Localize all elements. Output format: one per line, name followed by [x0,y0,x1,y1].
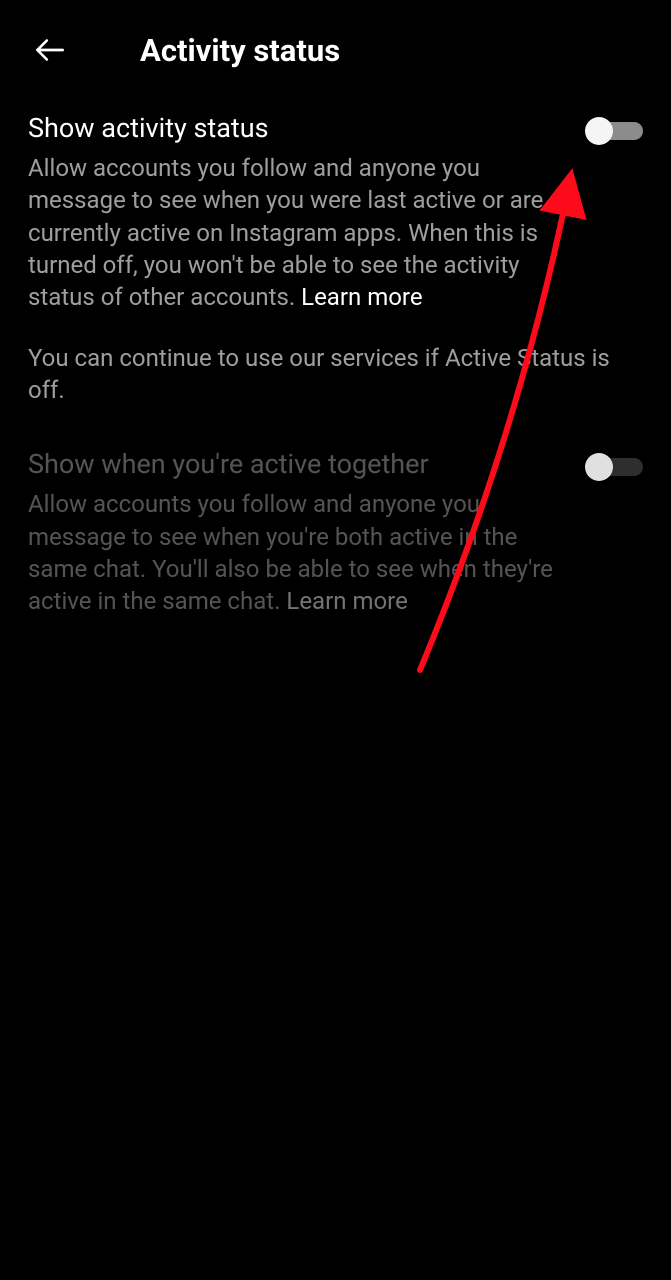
service-note: You can continue to use our services if … [28,342,643,407]
setting-active-together: Show when you're active together Allow a… [28,448,643,617]
toggle-knob [585,453,613,481]
setting-title: Show activity status [28,112,561,146]
page-title: Activity status [140,32,340,69]
active-together-toggle[interactable] [585,452,643,482]
show-activity-toggle[interactable] [585,116,643,146]
learn-more-link[interactable]: Learn more [286,587,407,615]
setting-title: Show when you're active together [28,448,561,482]
setting-show-activity-status: Show activity status Allow accounts you … [28,112,643,406]
toggle-knob [585,117,613,145]
content: Show activity status Allow accounts you … [0,92,671,618]
back-button[interactable] [28,28,72,72]
back-arrow-icon [31,31,69,69]
header: Activity status [0,0,671,92]
setting-description: Allow accounts you follow and anyone you… [28,154,543,312]
learn-more-link[interactable]: Learn more [301,283,422,311]
